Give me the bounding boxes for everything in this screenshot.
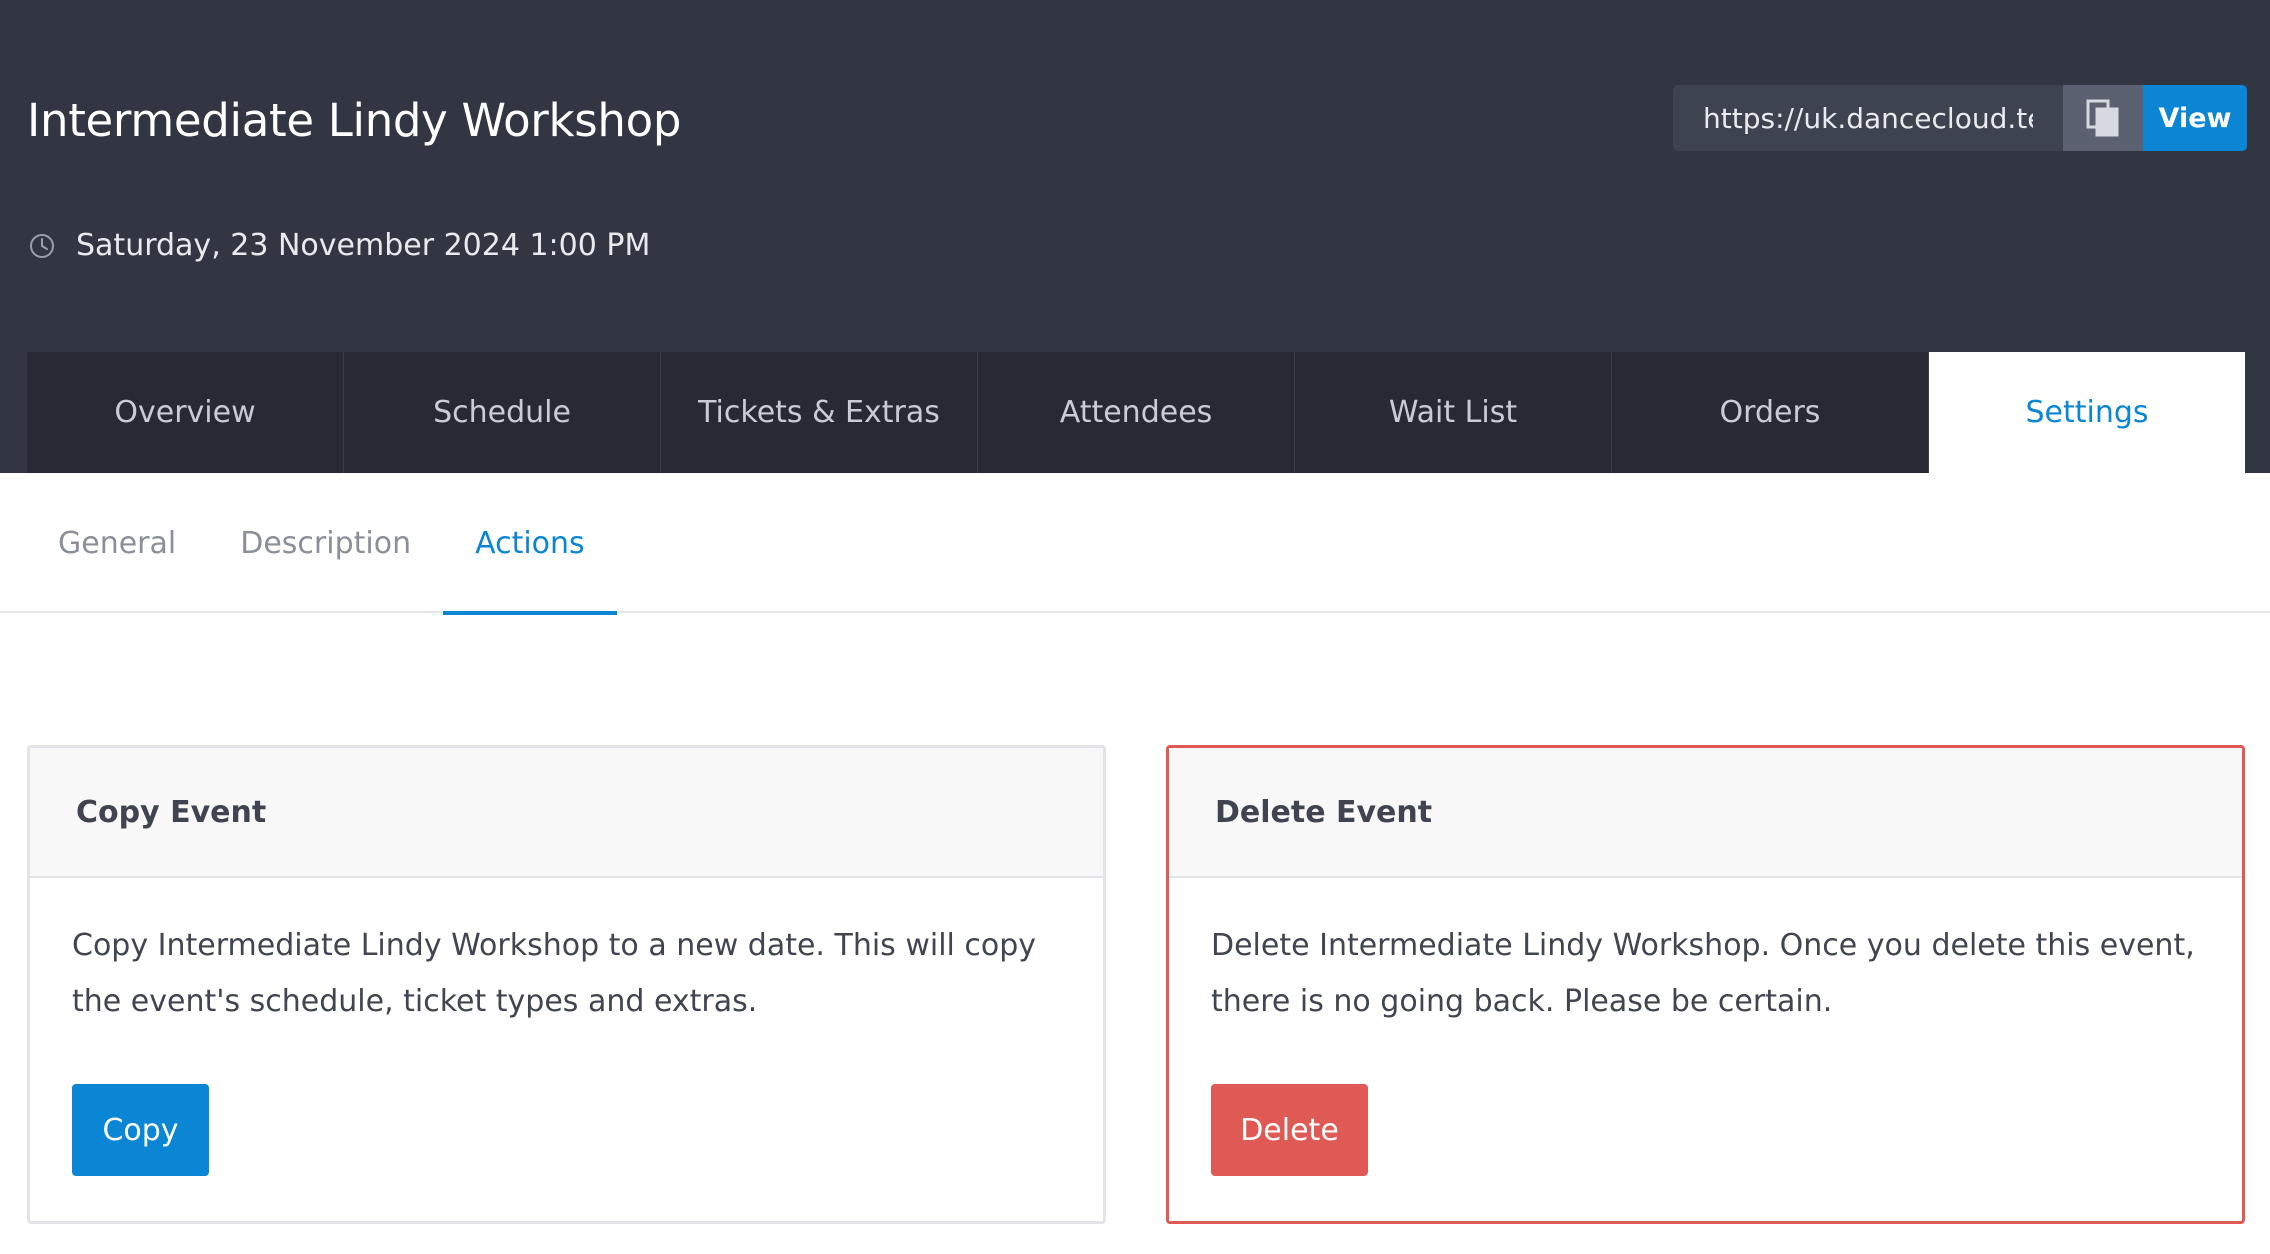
tab-overview[interactable]: Overview bbox=[27, 352, 344, 473]
copy-icon bbox=[2086, 99, 2119, 137]
delete-event-title: Delete Event bbox=[1169, 748, 2242, 878]
event-header: Intermediate Lindy Workshop Saturday, 23… bbox=[0, 0, 2270, 473]
delete-event-body: Delete Intermediate Lindy Workshop. Once… bbox=[1169, 878, 2242, 1216]
settings-sub-tabs: General Description Actions bbox=[0, 473, 2270, 615]
copy-button[interactable]: Copy bbox=[72, 1084, 209, 1176]
tab-orders[interactable]: Orders bbox=[1612, 352, 1929, 473]
copy-event-card: Copy Event Copy Intermediate Lindy Works… bbox=[27, 745, 1106, 1224]
subtab-general[interactable]: General bbox=[26, 473, 208, 613]
copy-url-button[interactable] bbox=[2063, 85, 2143, 151]
tab-attendees[interactable]: Attendees bbox=[978, 352, 1295, 473]
main-tabs: Overview Schedule Tickets & Extras Atten… bbox=[27, 352, 2245, 473]
subtab-description[interactable]: Description bbox=[208, 473, 443, 613]
tab-wait-list[interactable]: Wait List bbox=[1295, 352, 1612, 473]
copy-event-title: Copy Event bbox=[30, 748, 1103, 878]
event-url-field[interactable] bbox=[1673, 85, 2063, 151]
tab-schedule[interactable]: Schedule bbox=[344, 352, 661, 473]
event-url-group: View bbox=[1673, 85, 2247, 151]
page-title: Intermediate Lindy Workshop bbox=[27, 94, 682, 147]
delete-event-description: Delete Intermediate Lindy Workshop. Once… bbox=[1211, 928, 2195, 1019]
delete-button[interactable]: Delete bbox=[1211, 1084, 1368, 1176]
copy-event-body: Copy Intermediate Lindy Workshop to a ne… bbox=[30, 878, 1103, 1216]
clock-icon bbox=[28, 232, 56, 260]
view-button[interactable]: View bbox=[2143, 85, 2247, 151]
delete-event-card: Delete Event Delete Intermediate Lindy W… bbox=[1166, 745, 2245, 1224]
tab-tickets-extras[interactable]: Tickets & Extras bbox=[661, 352, 978, 473]
tab-settings[interactable]: Settings bbox=[1929, 352, 2245, 473]
subtab-actions[interactable]: Actions bbox=[443, 473, 617, 615]
copy-event-description: Copy Intermediate Lindy Workshop to a ne… bbox=[72, 928, 1037, 1019]
event-datetime: Saturday, 23 November 2024 1:00 PM bbox=[28, 228, 650, 263]
event-datetime-text: Saturday, 23 November 2024 1:00 PM bbox=[76, 228, 651, 263]
